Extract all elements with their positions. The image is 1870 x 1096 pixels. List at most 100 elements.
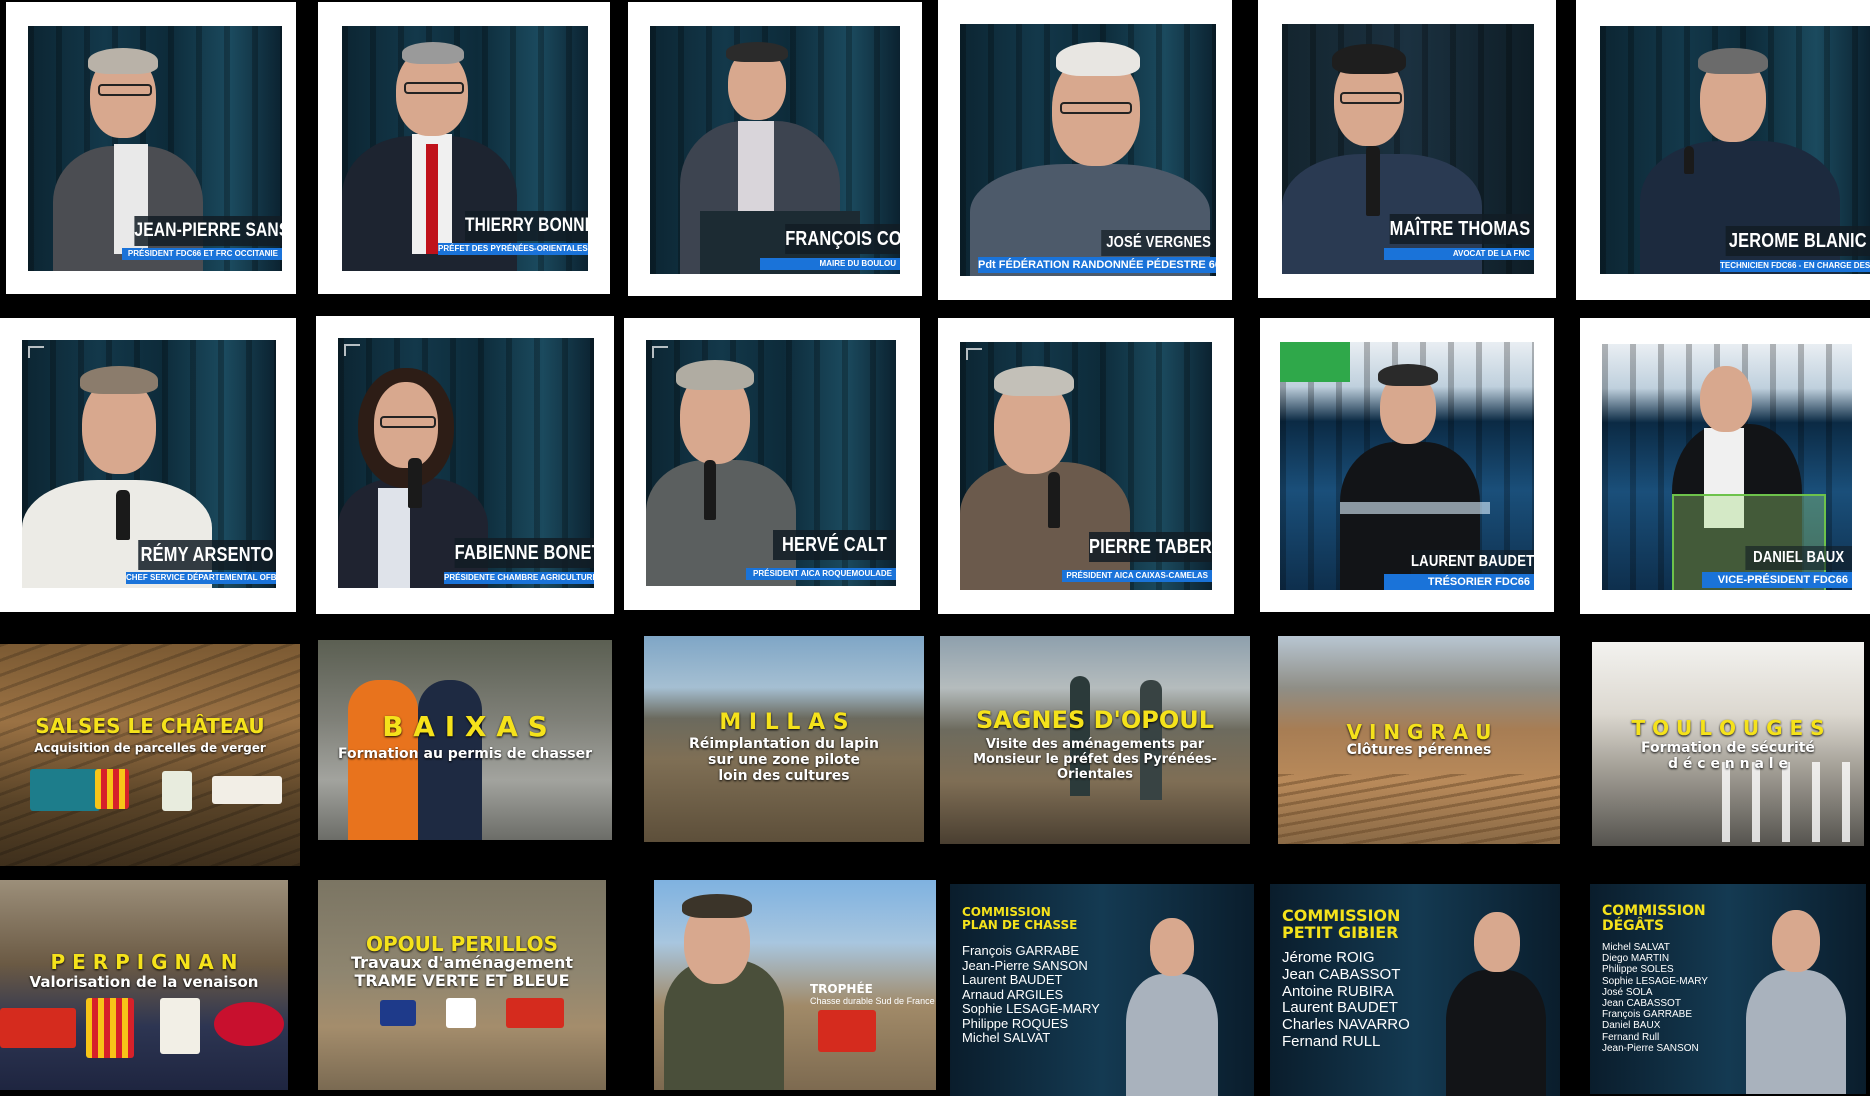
speaker-photo: THIERRY BONNIER PRÉFET DES PYRÉNÉES-ORIE… xyxy=(342,26,588,271)
speaker-name: JEAN-PIERRE SANSON xyxy=(134,216,282,246)
location-card: T O U L O U G E S Formation de sécurité … xyxy=(1592,642,1864,846)
region-occitanie-logo xyxy=(0,1008,76,1048)
region-occitanie-logo xyxy=(506,998,564,1028)
location-title: SAGNES D'OPOUL xyxy=(975,706,1215,734)
speaker-photo: HERVÉ CALT PRÉSIDENT AICA ROQUEMOULADE xyxy=(646,340,896,586)
speaker-card: DANIEL BAUX VICE-PRÉSIDENT FDC66 xyxy=(1580,318,1870,614)
commission-card: COMMISSION PLAN DE CHASSE François GARRA… xyxy=(950,884,1254,1096)
location-card: V I N G R A U Clôtures pérennes xyxy=(1278,636,1560,844)
location-card: OPOUL PERILLOS Travaux d'aménagement TRA… xyxy=(318,880,606,1090)
speaker-card: HERVÉ CALT PRÉSIDENT AICA ROQUEMOULADE xyxy=(624,318,920,610)
speaker-role: CHEF SERVICE DÉPARTEMENTAL OFB xyxy=(126,572,276,584)
speaker-role: PRÉSIDENT AICA ROQUEMOULADE xyxy=(746,568,896,580)
commission-member: Philippe ROQUES xyxy=(962,1015,1069,1031)
speaker-card: MAÎTRE THOMAS BONZY AVOCAT DE LA FNC xyxy=(1258,0,1556,298)
commission-member: José SOLA xyxy=(1602,986,1653,998)
speaker-card: LAURENT BAUDET TRÉSORIER FDC66 xyxy=(1260,318,1554,612)
speaker-photo: LAURENT BAUDET TRÉSORIER FDC66 xyxy=(1280,342,1534,590)
speaker-photo: MAÎTRE THOMAS BONZY AVOCAT DE LA FNC xyxy=(1282,24,1534,274)
commission-member: Jean-Pierre SANSON xyxy=(962,957,1088,973)
speaker-role: TRÉSORIER FDC66 xyxy=(1384,574,1534,590)
commission-member: Laurent BAUDET xyxy=(1282,999,1398,1017)
partner-logo xyxy=(162,771,192,811)
speaker-name: MAÎTRE THOMAS BONZY xyxy=(1389,214,1534,244)
commission-title: COMMISSION PETIT GIBIER xyxy=(1282,906,1401,942)
partner-logo xyxy=(212,776,282,804)
commission-member: Laurent BAUDET xyxy=(962,972,1063,988)
commission-title: COMMISSION DÉGÂTS xyxy=(1602,903,1706,934)
commission-member: Sophie LESAGE-MARY xyxy=(962,1001,1100,1017)
region-occitanie-logo xyxy=(818,1010,876,1052)
commission-member: Jérome ROIG xyxy=(1282,949,1375,966)
location-subtitle: Visite des aménagements par Monsieur le … xyxy=(973,737,1217,782)
location-subtitle: Formation au permis de chasser xyxy=(338,746,592,762)
speaker-name: PIERRE TABERNÉ xyxy=(1089,532,1212,562)
speaker-card: JOSÉ VERGNES Pdt FÉDÉRATION RANDONNÉE PÉ… xyxy=(938,0,1232,300)
commission-title: COMMISSION PLAN DE CHASSE xyxy=(962,905,1078,932)
speaker-name: DANIEL BAUX xyxy=(1745,546,1852,570)
location-title: T O U L O U G E S xyxy=(1631,716,1825,740)
speaker-card: JEROME BLANIC TECHNICIEN FDC66 - EN CHAR… xyxy=(1576,0,1870,300)
commission-card: COMMISSION DÉGÂTS Michel SALVAT Diego MA… xyxy=(1590,884,1866,1094)
speaker-role: AVOCAT DE LA FNC xyxy=(1384,248,1534,260)
location-subtitle: Valorisation de la venaison xyxy=(29,973,259,991)
speaker-name: JEROME BLANIC xyxy=(1725,226,1870,256)
commission-member: Michel SALVAT xyxy=(1602,942,1670,953)
speaker-photo: DANIEL BAUX VICE-PRÉSIDENT FDC66 xyxy=(1602,344,1852,590)
trophy-title: TROPHÉE xyxy=(810,982,873,996)
speaker-name: LAURENT BAUDET xyxy=(1411,550,1534,574)
commission-member: Antoine RUBIRA xyxy=(1282,982,1394,1000)
commission-member: Michel SALVAT xyxy=(962,1030,1051,1046)
commission-member: Fernand RULL xyxy=(1282,1032,1381,1050)
commission-member: Diego MARTIN xyxy=(1602,953,1670,965)
republique-francaise-logo xyxy=(446,998,476,1028)
commission-members: Jérome ROIG Jean CABASSOT Antoine RUBIRA… xyxy=(1282,949,1410,1051)
commission-member: Philippe SOLES xyxy=(1602,964,1674,976)
location-subtitle: Clôtures pérennes xyxy=(1346,742,1492,758)
perpignan-logo xyxy=(160,998,200,1054)
speaker-role: PRÉFET DES PYRÉNÉES-ORIENTALES xyxy=(438,243,588,255)
commission-members: François GARRABE Jean-Pierre SANSON Laur… xyxy=(962,943,1100,1046)
commission-member: François GARRABE xyxy=(962,943,1080,958)
agence-eau-logo xyxy=(30,769,100,811)
commission-card: COMMISSION PETIT GIBIER Jérome ROIG Jean… xyxy=(1270,884,1560,1096)
speaker-name: HERVÉ CALT xyxy=(773,530,896,560)
location-title: SALSES LE CHÂTEAU xyxy=(35,714,265,738)
commission-member: François GARRABE xyxy=(1602,1009,1693,1021)
pyrenees-orientales-logo xyxy=(95,769,129,809)
commission-member: Sophie LESAGE-MARY xyxy=(1602,975,1708,987)
speaker-photo: JEROME BLANIC TECHNICIEN FDC66 - EN CHAR… xyxy=(1600,26,1870,274)
commission-members: Michel SALVAT Diego MARTIN Philippe SOLE… xyxy=(1602,942,1708,1054)
location-card: P E R P I G N A N Valorisation de la ven… xyxy=(0,880,288,1090)
speaker-photo: JEAN-PIERRE SANSON PRÉSIDENT FDC66 ET FR… xyxy=(28,26,282,271)
guasch-logo xyxy=(214,1002,284,1046)
speaker-photo: FRANÇOIS COMES MAIRE DU BOULOU xyxy=(650,26,900,274)
speaker-card: FABIENNE BONET PRÉSIDENTE CHAMBRE AGRICU… xyxy=(316,316,614,614)
location-title: M I L L A S xyxy=(719,710,849,735)
speaker-name: THIERRY BONNIER xyxy=(465,211,588,241)
speaker-role: Pdt FÉDÉRATION RANDONNÉE PÉDESTRE 66 xyxy=(978,257,1216,273)
speaker-role: MAIRE DU BOULOU xyxy=(760,258,900,270)
commission-member: Charles NAVARRO xyxy=(1282,1016,1410,1034)
speaker-photo: PIERRE TABERNÉ PRÉSIDENT AICA CAIXAS-CAM… xyxy=(960,342,1212,590)
commission-member: Jean-Pierre SANSON xyxy=(1602,1042,1699,1054)
speaker-role: PRÉSIDENT FDC66 ET FRC OCCITANIE xyxy=(122,248,282,260)
commission-member: Arnaud ARGILES xyxy=(962,986,1064,1002)
eu-flag-logo xyxy=(380,1000,416,1026)
location-title: V I N G R A U xyxy=(1346,720,1492,744)
speaker-photo: JOSÉ VERGNES Pdt FÉDÉRATION RANDONNÉE PÉ… xyxy=(960,24,1216,276)
trophy-subtitle: Chasse durable Sud de France xyxy=(810,996,935,1006)
speaker-role: TECHNICIEN FDC66 - EN CHARGE DES ACCA - … xyxy=(1720,260,1870,272)
location-subtitle: Formation de sécurité d é c e n n a l e xyxy=(1641,740,1815,773)
location-subtitle: Réimplantation du lapin sur une zone pil… xyxy=(689,736,879,785)
speaker-photo: FABIENNE BONET PRÉSIDENTE CHAMBRE AGRICU… xyxy=(338,338,594,588)
speaker-card: JEAN-PIERRE SANSON PRÉSIDENT FDC66 ET FR… xyxy=(6,2,296,294)
speaker-name: JOSÉ VERGNES xyxy=(1101,230,1216,256)
location-card: B A I X A S Formation au permis de chass… xyxy=(318,640,612,840)
speaker-role: VICE-PRÉSIDENT FDC66 xyxy=(1702,572,1852,588)
commission-member: Jean CABASSOT xyxy=(1602,997,1681,1009)
location-card: M I L L A S Réimplantation du lapin sur … xyxy=(644,636,924,842)
speaker-name: FRANÇOIS COMES xyxy=(785,224,900,254)
location-subtitle: Acquisition de parcelles de verger xyxy=(34,741,266,755)
location-title: P E R P I G N A N xyxy=(50,950,238,974)
